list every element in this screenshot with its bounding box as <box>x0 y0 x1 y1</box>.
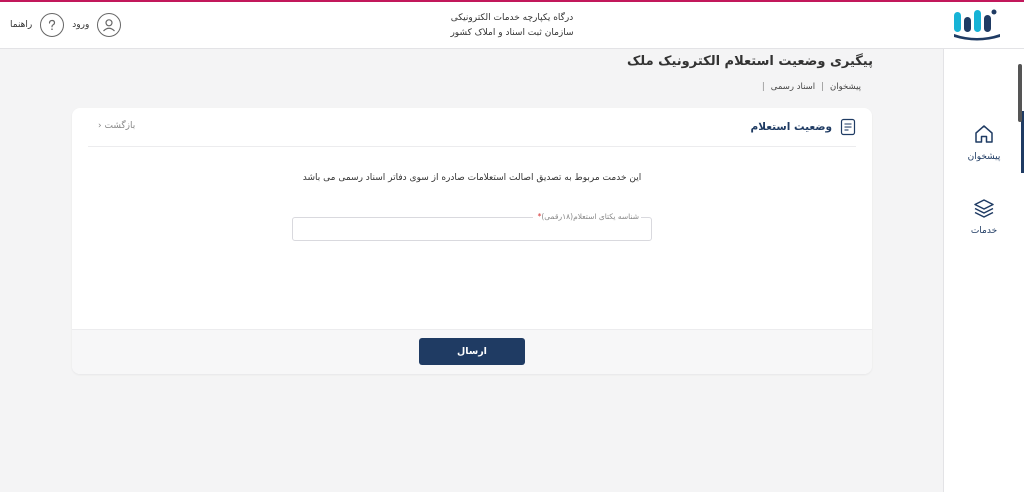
portal-title: درگاه یکپارچه خدمات الکترونیکی سازمان ثب… <box>0 11 1024 41</box>
card-title-text: وضعیت استعلام <box>750 121 832 133</box>
service-description: این خدمت مربوط به تصدیق اصالت استعلامات … <box>302 173 642 183</box>
question-icon[interactable] <box>40 13 65 37</box>
breadcrumb-item-dashboard[interactable]: پیشخوان <box>830 82 861 92</box>
sidebar-item-dashboard[interactable]: پیشخوان <box>944 111 1024 173</box>
submit-button[interactable]: ارسال <box>419 338 525 365</box>
card-footer: ارسال <box>72 329 872 374</box>
sidebar-item-label: پیشخوان <box>967 152 1001 162</box>
inquiry-card: وضعیت استعلام بازگشت ‹ این خدمت مربوط به… <box>72 108 872 374</box>
breadcrumb: پیشخوان | اسناد رسمی | <box>762 82 861 92</box>
back-button[interactable]: بازگشت ‹ <box>98 121 135 131</box>
layers-icon <box>974 199 994 218</box>
chevron-left-icon: ‹ <box>98 121 102 131</box>
inquiry-id-label: شناسه یکتای استعلام(۱۸رقمی)* <box>532 212 641 222</box>
user-icon[interactable] <box>97 13 122 37</box>
user-area: راهنما ورود <box>8 10 122 40</box>
sidebar-item-services[interactable]: خدمات <box>944 197 1024 236</box>
sidebar-item-label: خدمات <box>970 226 998 236</box>
page-title: پیگیری وضعیت استعلام الکترونیک ملک <box>626 54 873 69</box>
card-header: وضعیت استعلام بازگشت ‹ <box>88 108 856 147</box>
breadcrumb-separator: | <box>761 82 765 92</box>
breadcrumb-separator: | <box>821 82 824 92</box>
inquiry-id-input[interactable] <box>293 220 651 242</box>
portal-title-line1: درگاه یکپارچه خدمات الکترونیکی <box>450 13 574 23</box>
help-label[interactable]: راهنما <box>10 20 32 30</box>
card-title: وضعیت استعلام <box>751 118 856 136</box>
field-label-text: شناسه یکتای استعلام(۱۸رقمی) <box>541 212 639 221</box>
portal-title-line2: سازمان ثبت اسناد و املاک کشور <box>450 28 574 38</box>
back-label: بازگشت <box>104 121 136 131</box>
home-icon <box>975 125 993 143</box>
app-header: درگاه یکپارچه خدمات الکترونیکی سازمان ثب… <box>0 2 1024 49</box>
scrollbar-thumb[interactable] <box>1018 64 1022 122</box>
login-label[interactable]: ورود <box>72 20 89 30</box>
sidebar: پیشخوان خدمات <box>943 49 1024 492</box>
breadcrumb-item-official-documents[interactable]: اسناد رسمی <box>771 82 815 92</box>
document-icon <box>840 118 856 136</box>
inquiry-id-field: شناسه یکتای استعلام(۱۸رقمی)* <box>292 212 652 242</box>
